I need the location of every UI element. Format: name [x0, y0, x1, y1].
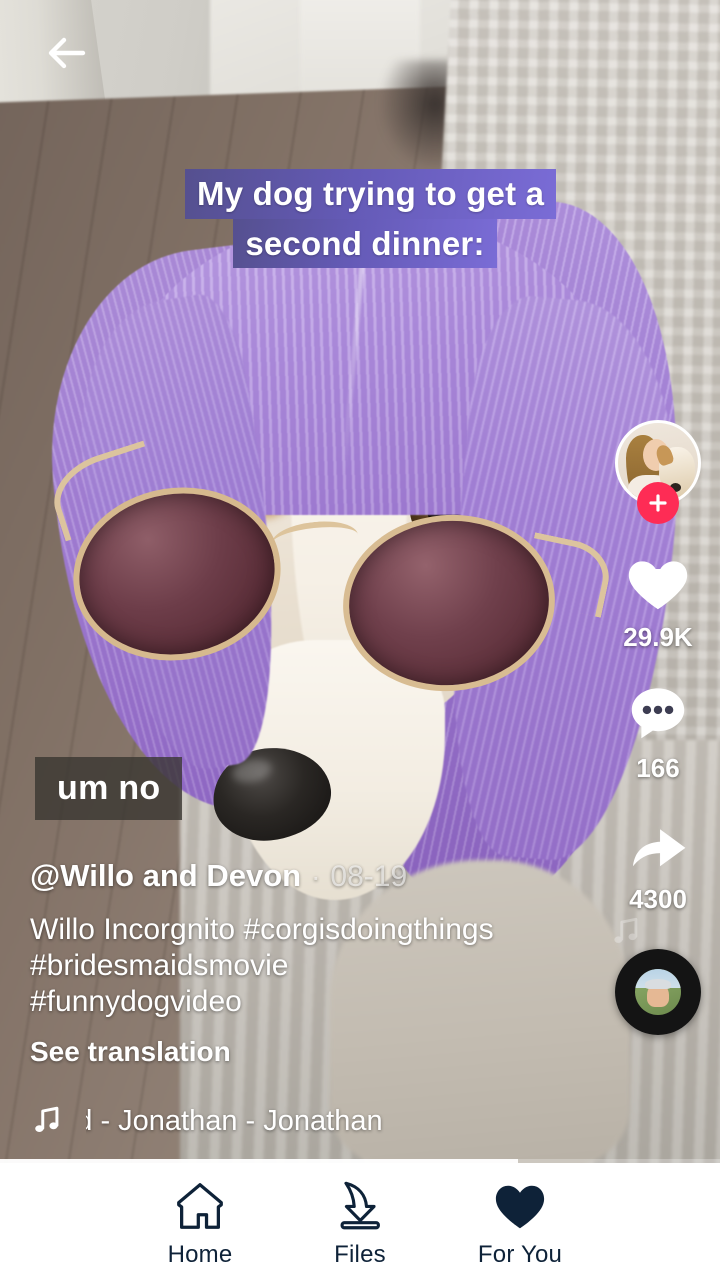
video-title-line-1: My dog trying to get a — [185, 169, 557, 219]
music-disc-button[interactable] — [614, 917, 701, 1035]
meta-separator: · — [311, 861, 321, 892]
share-button[interactable]: 4300 — [621, 810, 695, 915]
back-button[interactable] — [36, 22, 98, 84]
author-row[interactable]: @Willo and Devon · 08-19 — [30, 858, 550, 894]
nav-label-home: Home — [167, 1241, 233, 1268]
author-avatar-button[interactable] — [615, 420, 701, 524]
plus-icon — [649, 494, 667, 512]
music-title-marquee: und - Jonathan - Jonathan — [86, 1105, 406, 1138]
author-username[interactable]: @Willo and Devon — [30, 858, 301, 894]
share-count: 4300 — [629, 884, 687, 914]
like-button[interactable]: 29.9K — [621, 548, 695, 653]
post-date: 08-19 — [330, 860, 408, 893]
see-translation-link[interactable]: See translation — [30, 1036, 550, 1068]
video-player-screen: My dog trying to get a second dinner: um… — [0, 0, 720, 1280]
nav-item-home[interactable]: Home — [120, 1177, 280, 1269]
download-icon[interactable] — [330, 1177, 390, 1235]
nav-label-for-you: For You — [477, 1241, 563, 1268]
follow-button[interactable] — [637, 482, 679, 524]
comment-count: 166 — [636, 753, 680, 783]
video-subtitle-text: um no — [57, 769, 161, 807]
nav-item-files[interactable]: Files — [280, 1177, 440, 1269]
comment-button[interactable]: 166 — [621, 679, 695, 784]
music-note-icon — [30, 1104, 64, 1138]
like-count: 29.9K — [623, 622, 693, 652]
action-rail: 29.9K 166 4300 — [610, 420, 706, 1035]
bottom-navigation: Home Files For You — [0, 1163, 720, 1280]
home-icon[interactable] — [170, 1177, 230, 1235]
video-title-line-2: second dinner: — [233, 218, 497, 269]
floating-music-note-icon — [609, 913, 643, 956]
video-surface[interactable]: My dog trying to get a second dinner: um… — [0, 0, 720, 1163]
music-disc[interactable] — [615, 949, 701, 1035]
comment-icon[interactable] — [621, 679, 695, 749]
video-meta-block: @Willo and Devon · 08-19 Willo Incorgnit… — [30, 858, 550, 1138]
heart-icon[interactable] — [621, 548, 695, 618]
nav-label-files: Files — [334, 1241, 386, 1268]
heart-filled-icon[interactable] — [490, 1177, 550, 1235]
video-subtitle-caption: um no — [35, 757, 183, 820]
video-title-overlay: My dog trying to get a second dinner: — [185, 163, 557, 278]
music-title: und - Jonathan - Jonathan — [86, 1104, 383, 1137]
video-description[interactable]: Willo Incorgnito #corgisdoingthings #bri… — [30, 912, 500, 1020]
nav-item-for-you[interactable]: For You — [440, 1177, 600, 1269]
music-row[interactable]: und - Jonathan - Jonathan — [30, 1104, 550, 1138]
back-arrow-icon[interactable] — [43, 29, 91, 77]
share-icon[interactable] — [621, 810, 695, 880]
